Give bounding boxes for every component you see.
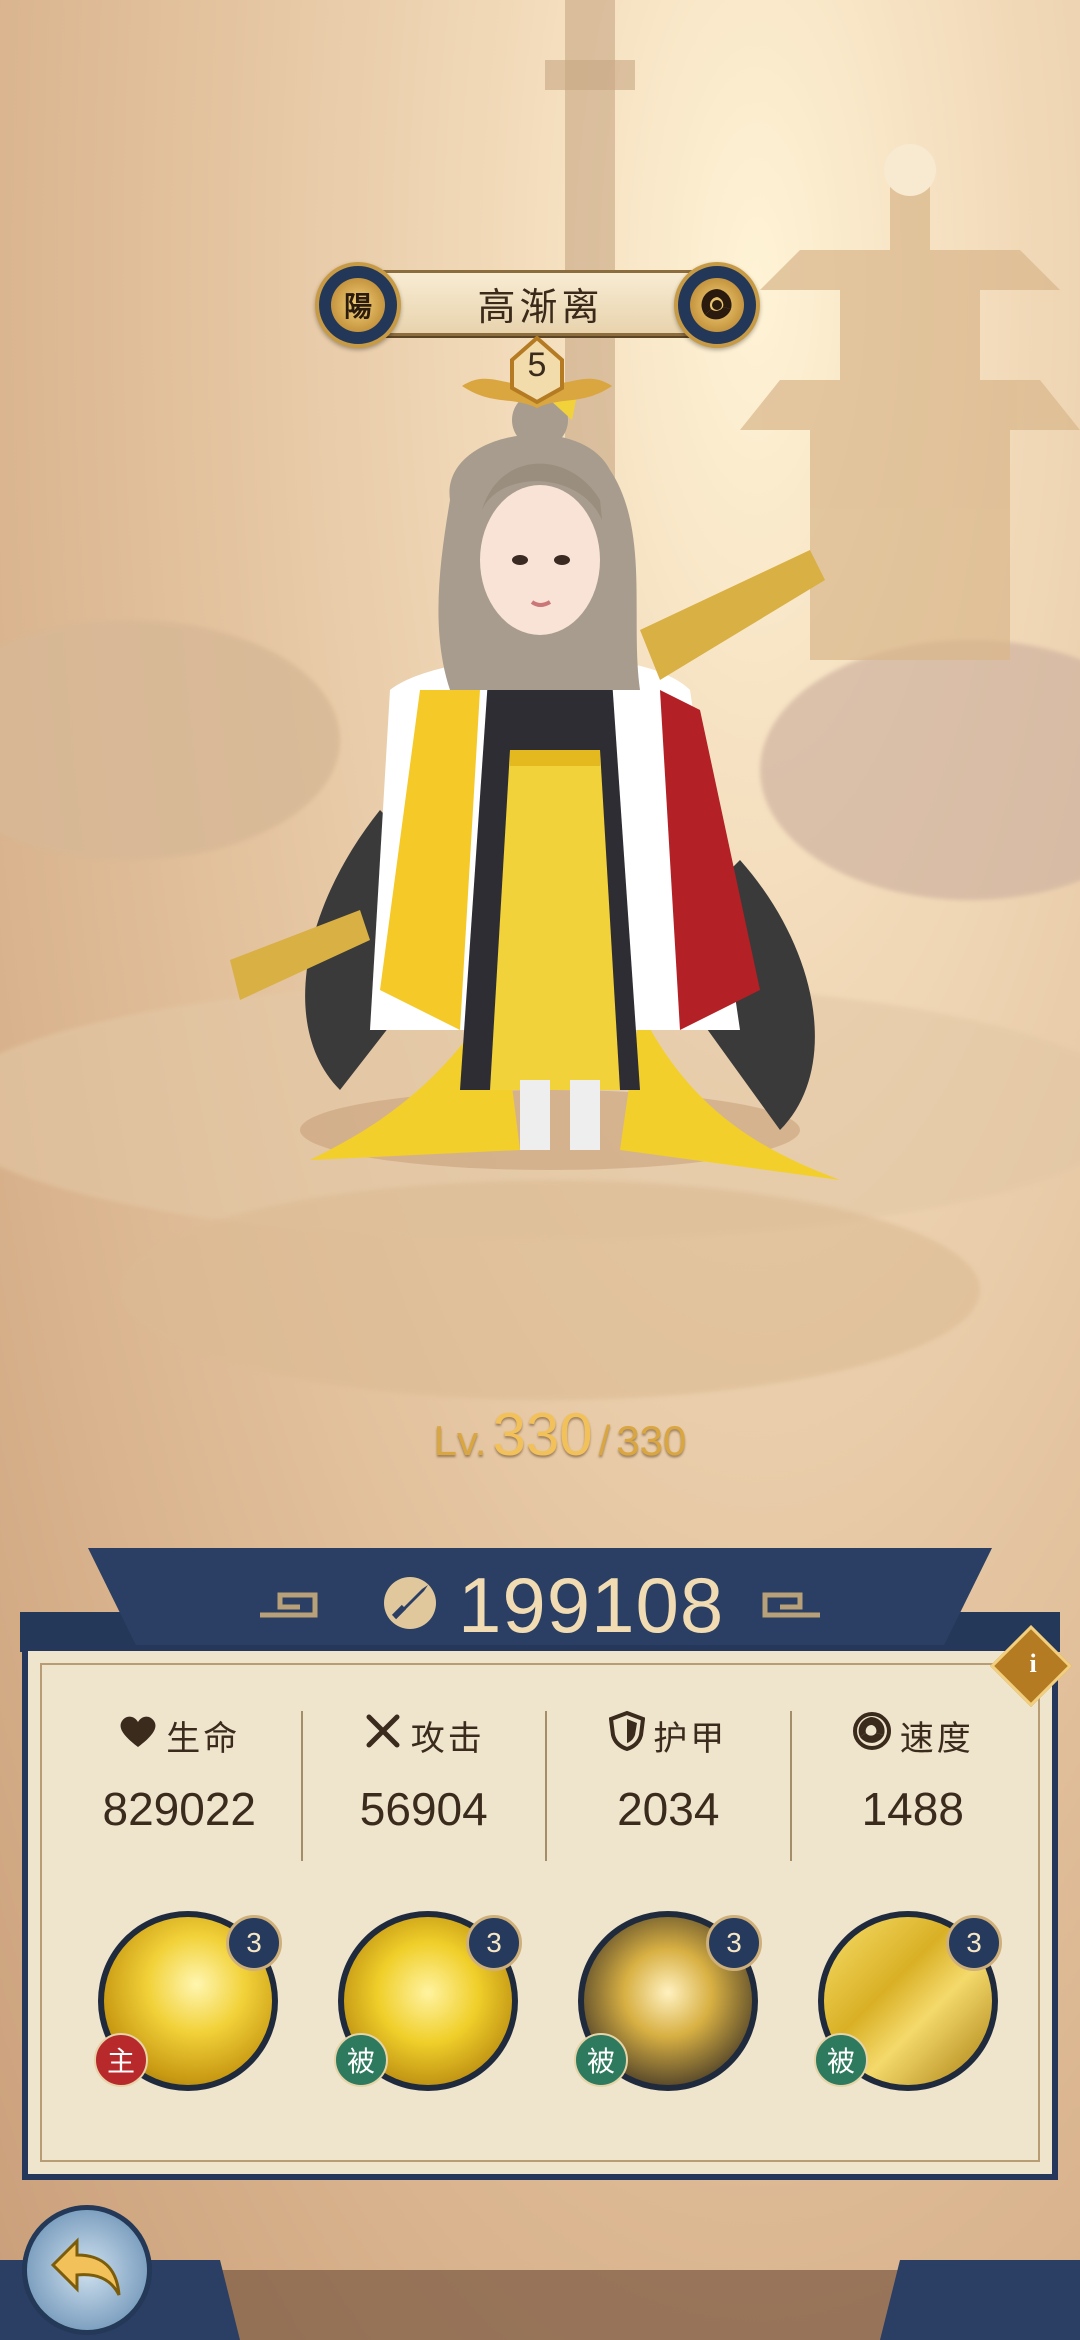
skill-level-badge: 3 — [466, 1915, 522, 1971]
stat-hp-label: 生命 — [166, 1719, 241, 1759]
hero-name: 高渐离 — [477, 284, 604, 329]
crossed-swords-icon — [363, 1711, 403, 1760]
triskelion-icon — [690, 278, 744, 332]
shield-icon — [609, 1710, 646, 1760]
star-count: 5 — [527, 346, 547, 384]
skill-slot-1[interactable]: 3 主 — [94, 1911, 282, 2091]
swirl-icon — [852, 1711, 892, 1760]
skill-slot-4[interactable]: 3 被 — [814, 1911, 1002, 2091]
stats-panel: i 生命 829022 攻击 56904 护甲 2034 速度 1488 3 主… — [22, 1624, 1073, 2180]
info-icon: i — [1029, 1648, 1037, 1678]
skill-type-tag: 被 — [334, 2033, 388, 2087]
stat-speed-value: 1488 — [861, 1783, 964, 1835]
level-current: 330 — [492, 1401, 593, 1468]
skill-type-tag: 主 — [94, 2033, 148, 2087]
stat-hp-label-row: 生命 — [118, 1711, 240, 1760]
stat-armor-value: 2034 — [617, 1783, 720, 1835]
stat-hp-value: 829022 — [102, 1783, 257, 1835]
faction-badge[interactable]: 陽 — [315, 262, 401, 348]
stat-speed-label-row: 速度 — [852, 1711, 974, 1760]
banner-scroll-ornament-left — [260, 1592, 318, 1618]
skill-level-badge: 3 — [946, 1915, 1002, 1971]
back-button[interactable] — [22, 2205, 152, 2335]
background-cloud — [120, 1180, 980, 1400]
stats-row: 生命 829022 攻击 56904 护甲 2034 速度 1488 — [58, 1710, 1035, 1861]
stat-attack-value: 56904 — [359, 1783, 488, 1835]
faction-badge-label: 陽 — [331, 278, 385, 332]
skill-level-badge: 3 — [706, 1915, 762, 1971]
hero-illustration — [230, 390, 840, 1180]
skill-level-badge: 3 — [226, 1915, 282, 1971]
level-max: 330 — [616, 1417, 687, 1464]
combat-power-value: 199108 — [458, 1560, 725, 1649]
stat-hp: 生命 829022 — [58, 1711, 303, 1861]
stat-attack-label-row: 攻击 — [363, 1711, 485, 1760]
star-badge: 5 — [452, 335, 622, 416]
hero-name-plate: 高渐离 — [370, 270, 711, 336]
banner-scroll-ornament-right — [762, 1592, 820, 1618]
skill-type-tag: 被 — [814, 2033, 868, 2087]
skills-row: 3 主 3 被 3 被 3 被 — [68, 1911, 1028, 2111]
stat-armor: 护甲 2034 — [547, 1710, 792, 1861]
bottom-decoration — [0, 2260, 1080, 2340]
skill-slot-2[interactable]: 3 被 — [334, 1911, 522, 2091]
stat-speed: 速度 1488 — [792, 1711, 1035, 1861]
stat-attack-label: 攻击 — [410, 1719, 485, 1759]
skill-slot-3[interactable]: 3 被 — [574, 1911, 762, 2091]
sword-power-icon — [380, 1573, 440, 1637]
stat-armor-label-row: 护甲 — [609, 1710, 728, 1760]
stat-attack: 攻击 56904 — [303, 1711, 547, 1861]
heart-icon — [118, 1713, 158, 1758]
hero-level: Lv. 330 / 330 — [410, 1400, 710, 1470]
element-badge[interactable] — [674, 262, 760, 348]
combat-power: 199108 — [380, 1560, 724, 1650]
stat-speed-label: 速度 — [899, 1719, 974, 1759]
level-prefix: Lv. — [433, 1417, 487, 1464]
stat-armor-label: 护甲 — [653, 1719, 728, 1759]
level-separator: / — [598, 1417, 611, 1464]
hero-name-bar: 高渐离 陽 — [315, 262, 760, 348]
back-arrow-icon — [47, 2233, 127, 2307]
skill-type-tag: 被 — [574, 2033, 628, 2087]
